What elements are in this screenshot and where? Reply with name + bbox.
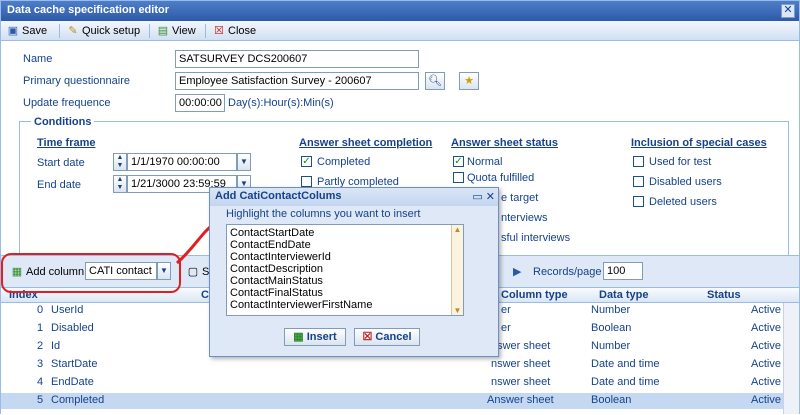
dialog-title: Add CatiContactColums (210, 188, 498, 206)
insert-button[interactable]: ▦ Insert (284, 328, 346, 346)
scroll-up-icon[interactable]: ▲ (452, 225, 463, 234)
list-item[interactable]: ContactInterviewerId (230, 251, 331, 263)
list-item[interactable]: ContactEndDate (230, 239, 311, 251)
add-columns-dialog: Add CatiContactColums ▭ ✕ Highlight the … (209, 187, 499, 357)
dialog-hint: Highlight the columns you want to insert (226, 208, 421, 220)
minimize-icon[interactable]: ▭ (472, 191, 482, 203)
list-item[interactable]: ContactMainStatus (230, 275, 323, 287)
insert-icon: ▦ (293, 331, 304, 343)
cancel-button[interactable]: ☒ Cancel (354, 328, 420, 346)
cancel-icon: ☒ (362, 331, 373, 343)
scroll-down-icon[interactable]: ▼ (452, 306, 463, 315)
list-item[interactable]: ContactInterviewerFirstName (230, 299, 372, 311)
columns-listbox[interactable]: ContactStartDate ContactEndDate ContactI… (226, 224, 464, 316)
listbox-scrollbar[interactable]: ▲ ▼ (451, 225, 463, 315)
list-item[interactable]: ContactFinalStatus (230, 287, 323, 299)
editor-window: Data cache specification editor ✕ ▣ Save … (0, 0, 800, 414)
list-item[interactable]: ContactDescription (230, 263, 323, 275)
list-item[interactable]: ContactStartDate (230, 227, 314, 239)
close-icon[interactable]: ✕ (486, 191, 495, 203)
